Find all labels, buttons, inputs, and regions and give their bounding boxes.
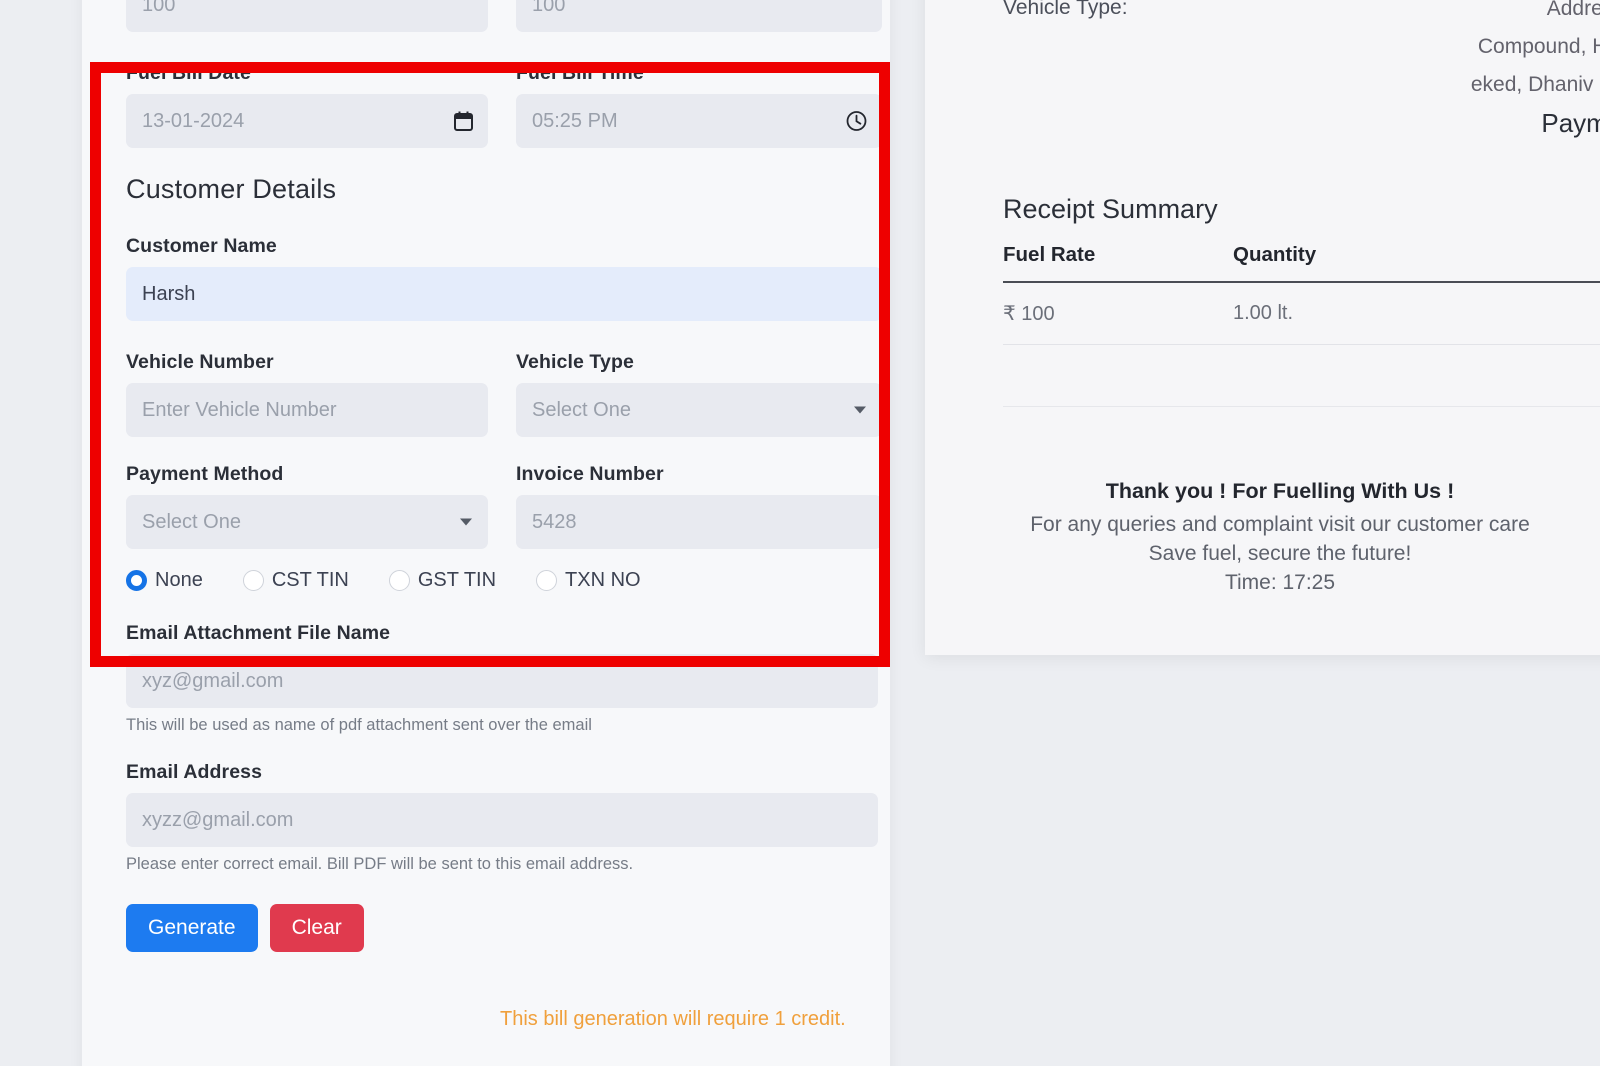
chevron-down-icon [460,518,472,526]
fuel-bill-time-value: 05:25 PM [532,109,618,132]
radio-label-txn-no: TXN NO [565,569,641,591]
table-total-row: Total: ₹ 1 [1003,344,1600,407]
fuel-bill-date-value: 13-01-2024 [142,109,245,132]
invoice-number-input[interactable]: 5428 [516,495,882,549]
app-screen: 100 100 Fuel Bill Date 13-01-2024 Fuel B… [0,0,1600,1066]
receipt-preview-card: Vehicle Type: Address: Chaudh Compound, … [925,0,1600,655]
email-attachment-helper: This will be used as name of pdf attachm… [126,716,592,734]
bill-form-card: 100 100 Fuel Bill Date 13-01-2024 Fuel B… [82,0,890,1066]
receipt-footer: Thank you ! For Fuelling With Us ! For a… [965,477,1600,597]
vehicle-type-select[interactable]: Select One [516,383,882,437]
email-address-label: Email Address [126,761,263,783]
form-actions: Generate Clear [126,904,882,952]
receipt-summary-title: Receipt Summary [1003,194,1218,224]
radio-indicator-cst-tin[interactable] [242,570,264,591]
radio-indicator-gst-tin[interactable] [388,570,410,591]
vehicle-number-input[interactable]: Enter Vehicle Number [126,383,488,437]
payment-method-field: Payment Method Select One [126,463,488,549]
customer-name-input[interactable]: Harsh [126,267,882,321]
receipt-footer-line-1: For any queries and complaint visit our … [1030,513,1530,536]
receipt-footer-line-2: Save fuel, secure the future! [1148,542,1412,565]
radio-indicator-none[interactable] [126,570,147,591]
vehicle-number-placeholder: Enter Vehicle Number [142,398,337,421]
receipt-address-line-2: Compound, Harvate Pad [1477,35,1600,58]
vehicle-row: Vehicle Number Enter Vehicle Number Vehi… [126,351,882,437]
bill-form: 100 100 Fuel Bill Date 13-01-2024 Fuel B… [126,0,882,952]
invoice-number-value: 5428 [532,510,577,533]
generate-button[interactable]: Generate [126,904,258,952]
vehicle-number-label: Vehicle Number [126,351,274,373]
receipt-address-line-3: eked, Dhaniv baug, xyz E [1470,73,1600,96]
chevron-down-icon [854,406,866,414]
payment-method-value: Select One [142,510,241,533]
fuel-bill-time-input[interactable]: 05:25 PM [516,94,882,148]
vehicle-type-value: Select One [532,398,631,421]
fuel-rate-value: 100 [142,0,176,16]
table-header-row: Fuel Rate Quantity Total Amou [1003,243,1600,283]
receipt-address-block: Address: Chaudh Compound, Harvate Pad ek… [1239,0,1600,104]
col-header-total-amount: Total Amou [1523,243,1600,283]
payment-method-label: Payment Method [126,463,284,485]
fuel-bill-date-label: Fuel Bill Date [126,62,251,84]
receipt-thanks-line: Thank you ! For Fuelling With Us ! [1105,479,1455,503]
email-address-input[interactable]: xyzz@gmail.com [126,793,878,847]
credit-note: This bill generation will require 1 cred… [500,1008,846,1030]
payment-invoice-row: Payment Method Select One Invoice Number… [126,463,882,549]
radio-option-txn-no[interactable]: TXN NO [536,569,641,592]
calendar-icon[interactable] [454,111,473,131]
invoice-number-label: Invoice Number [516,463,664,485]
vehicle-type-label: Vehicle Type [516,351,634,373]
fuel-rate-input[interactable]: 100 [126,0,488,32]
fuel-bill-time-label: Fuel Bill Time [516,62,644,84]
email-attachment-label: Email Attachment File Name [126,622,391,644]
quantity-field: 100 [516,0,882,32]
cell-fuel-rate: ₹ 100 [1003,282,1233,345]
cell-quantity: 1.00 lt. [1233,282,1523,345]
tax-type-radio-group: None CST TIN GST TIN TXN NO [126,569,882,592]
receipt-footer-line-3: Time: 17:25 [1224,571,1336,594]
email-address-field: Email Address xyzz@gmail.com Please ente… [126,761,882,874]
payment-method-select[interactable]: Select One [126,495,488,549]
radio-label-none: None [155,569,203,591]
clear-button[interactable]: Clear [269,904,364,952]
cell-total-amount: ₹ 1 [1523,282,1600,345]
fuel-rate-field: 100 [126,0,488,32]
receipt-payment-method-heading: Payment Meth [1541,108,1600,138]
customer-details-heading: Customer Details [126,174,337,204]
col-header-quantity: Quantity [1233,243,1523,283]
fuel-bill-date-input[interactable]: 13-01-2024 [126,94,488,148]
radio-option-cst-tin[interactable]: CST TIN [242,569,349,592]
fuel-bill-date-field: Fuel Bill Date 13-01-2024 [126,62,488,148]
email-address-placeholder: xyzz@gmail.com [142,808,294,831]
email-attachment-placeholder: xyz@gmail.com [142,669,284,692]
receipt-vehicle-type: Vehicle Type: [1003,0,1128,26]
receipt-header: Vehicle Type: Address: Chaudh Compound, … [965,0,1600,180]
customer-name-label: Customer Name [126,235,277,257]
radio-indicator-txn-no[interactable] [536,570,558,591]
fuel-bill-time-field: Fuel Bill Time 05:25 PM [516,62,882,148]
table-row: ₹ 100 1.00 lt. ₹ 1 [1003,282,1600,345]
email-attachment-field: Email Attachment File Name xyz@gmail.com… [126,622,882,735]
radio-option-gst-tin[interactable]: GST TIN [388,569,497,592]
col-header-fuel-rate: Fuel Rate [1003,243,1233,283]
fuel-bill-datetime-row: Fuel Bill Date 13-01-2024 Fuel Bill Time… [126,62,882,148]
receipt-summary-table: Fuel Rate Quantity Total Amou ₹ 100 1.00… [1003,243,1600,407]
radio-label-cst-tin: CST TIN [271,569,349,591]
quantity-input[interactable]: 100 [516,0,882,32]
quantity-value: 100 [532,0,566,16]
invoice-number-field: Invoice Number 5428 [516,463,882,549]
clock-icon[interactable] [846,111,867,132]
receipt-vehicle-type-label: Vehicle Type: [1003,0,1128,19]
radio-option-none[interactable]: None [126,569,203,592]
receipt-address-line-1: Address: Chaudh [1546,0,1600,20]
email-attachment-input[interactable]: xyz@gmail.com [126,654,878,708]
top-amount-row: 100 100 [126,0,882,32]
customer-name-field: Customer Name Harsh [126,235,882,321]
radio-label-gst-tin: GST TIN [417,569,497,591]
vehicle-number-field: Vehicle Number Enter Vehicle Number [126,351,488,437]
vehicle-type-field: Vehicle Type Select One [516,351,882,437]
email-address-helper: Please enter correct email. Bill PDF wil… [126,855,634,873]
customer-name-value: Harsh [142,282,196,305]
